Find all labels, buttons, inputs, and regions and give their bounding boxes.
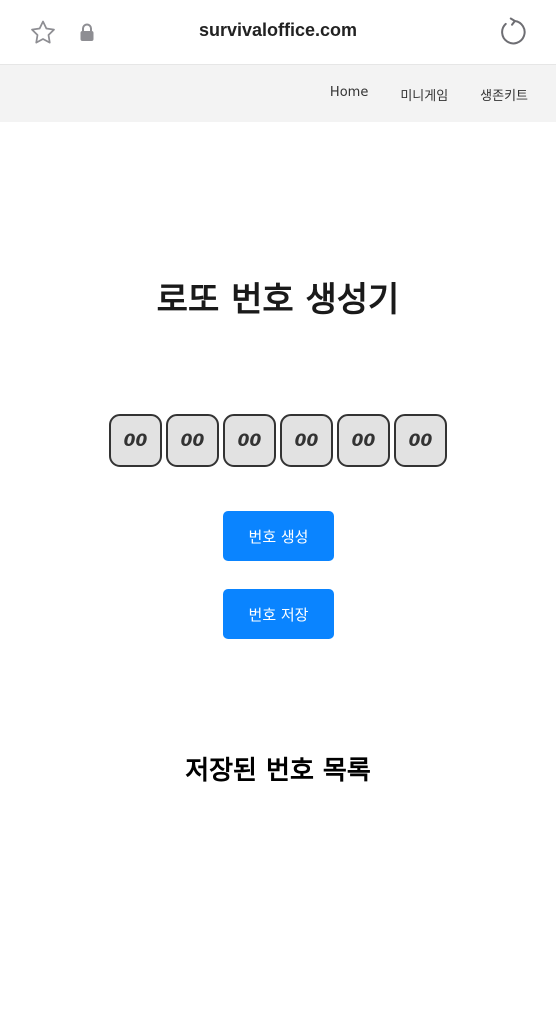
browser-toolbar: survivaloffice.com xyxy=(0,0,556,65)
lotto-number-ball: 00 xyxy=(337,414,390,467)
site-nav: Home 미니게임 생존키트 xyxy=(0,65,556,122)
lotto-number-row: 00 00 00 00 00 00 xyxy=(109,414,447,467)
save-numbers-button[interactable]: 번호 저장 xyxy=(223,589,334,639)
lotto-number-ball: 00 xyxy=(394,414,447,467)
lotto-number-ball: 00 xyxy=(109,414,162,467)
address-bar-url[interactable]: survivaloffice.com xyxy=(0,20,556,41)
page-title: 로또 번호 생성기 xyxy=(156,280,400,320)
saved-numbers-list xyxy=(0,800,556,810)
nav-links: Home 미니게임 생존키트 xyxy=(330,85,528,104)
generate-numbers-button[interactable]: 번호 생성 xyxy=(223,511,334,561)
reload-icon[interactable] xyxy=(498,17,528,47)
lotto-number-ball: 00 xyxy=(280,414,333,467)
lotto-number-ball: 00 xyxy=(223,414,276,467)
nav-link-minigame[interactable]: 미니게임 xyxy=(400,85,448,104)
nav-link-home[interactable]: Home xyxy=(330,85,368,104)
nav-link-survival-kit[interactable]: 생존키트 xyxy=(480,85,528,104)
lotto-number-ball: 00 xyxy=(166,414,219,467)
saved-list-title: 저장된 번호 목록 xyxy=(185,756,371,786)
